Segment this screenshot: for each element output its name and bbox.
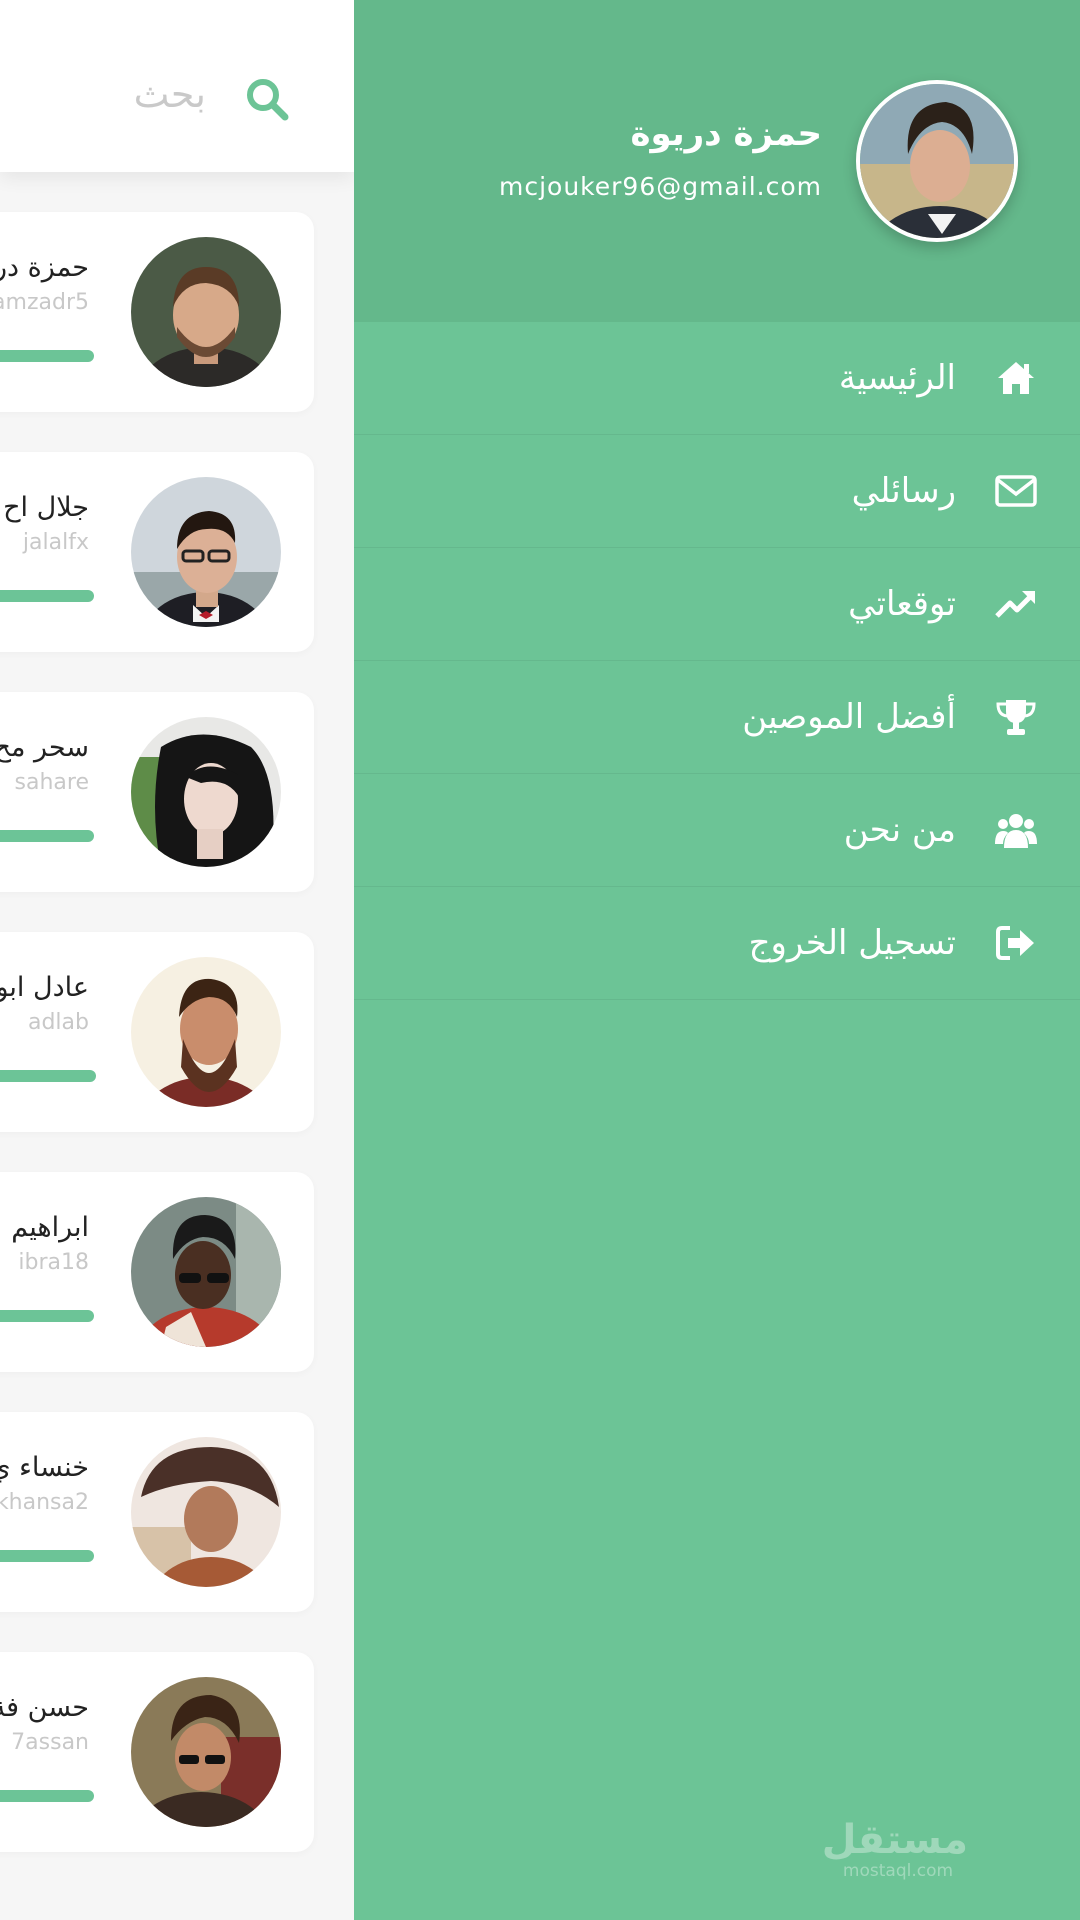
menu-item-label: تسجيل الخروج [748,923,956,963]
avatar [131,957,281,1107]
user-card[interactable]: خنساء ي khansa2 [0,1412,314,1612]
profile-avatar[interactable] [856,80,1018,242]
progress-bar [0,1550,94,1562]
search-icon[interactable] [244,76,290,122]
user-handle: ibra18 [18,1250,89,1275]
menu-item-logout[interactable]: تسجيل الخروج [354,887,1080,1000]
user-name: ابراهيم [11,1212,89,1243]
menu-item-label: توقعاتي [848,584,956,624]
user-card[interactable]: ابراهيم ibra18 [0,1172,314,1372]
users-icon [994,808,1038,852]
user-handle: jalalfx [22,530,89,555]
watermark-logo: مستقل mostaql.com [821,1817,968,1882]
profile-email: mcjouker96@gmail.com [498,172,822,201]
envelope-icon [994,469,1038,513]
user-list-panel: بحث حمزة در amzadr5 جلال اح jalalfx سحر … [0,0,354,1920]
watermark-text: مستقل [821,1817,968,1863]
avatar [131,717,281,867]
user-card[interactable]: حسن فة 7assan [0,1652,314,1852]
avatar [131,477,281,627]
user-name: خنساء ي [0,1452,89,1483]
user-handle: sahare [14,770,89,795]
menu-item-predictions[interactable]: توقعاتي [354,548,1080,661]
search-input[interactable]: بحث [134,72,206,116]
home-icon [994,356,1038,400]
user-card[interactable]: حمزة در amzadr5 [0,212,314,412]
user-name: جلال اح [3,492,89,523]
menu-item-top-predictors[interactable]: أفضل الموصين [354,661,1080,774]
menu-item-messages[interactable]: رسائلي [354,435,1080,548]
user-card[interactable]: عادل ابو adlab [0,932,314,1132]
menu-item-label: رسائلي [851,471,956,511]
menu-item-about-us[interactable]: من نحن [354,774,1080,887]
progress-bar [0,590,94,602]
trophy-icon [994,695,1038,739]
user-name: عادل ابو [0,972,89,1003]
user-name: سحر مح [0,732,89,763]
avatar [131,237,281,387]
user-name: حمزة در [0,252,89,283]
progress-bar [0,1310,94,1322]
user-name: حسن فة [0,1692,89,1723]
user-card[interactable]: جلال اح jalalfx [0,452,314,652]
progress-bar [0,350,94,362]
user-handle: khansa2 [0,1490,89,1515]
user-card[interactable]: سحر مح sahare [0,692,314,892]
avatar [131,1437,281,1587]
menu-item-label: الرئيسية [838,358,956,398]
progress-bar [0,830,94,842]
avatar [131,1197,281,1347]
user-handle: amzadr5 [0,290,89,315]
drawer-menu: الرئيسية رسائلي توقعاتي أفضل الموصين من … [354,322,1080,1000]
drawer-header: حمزة دريوة mcjouker96@gmail.com [354,0,1080,322]
profile-name: حمزة دريوة [630,114,822,154]
menu-item-label: أفضل الموصين [742,697,956,737]
search-bar[interactable]: بحث [0,0,354,172]
watermark-site: mostaql.com [842,1861,954,1881]
user-handle: adlab [27,1010,89,1035]
sign-out-icon [994,921,1038,965]
trending-up-icon [994,582,1038,626]
progress-bar [0,1790,94,1802]
menu-item-home[interactable]: الرئيسية [354,322,1080,435]
progress-bar [0,1070,96,1082]
user-handle: 7assan [11,1730,89,1755]
menu-item-label: من نحن [843,810,956,850]
navigation-drawer: حمزة دريوة mcjouker96@gmail.com الرئيسية… [354,0,1080,1920]
avatar [131,1677,281,1827]
